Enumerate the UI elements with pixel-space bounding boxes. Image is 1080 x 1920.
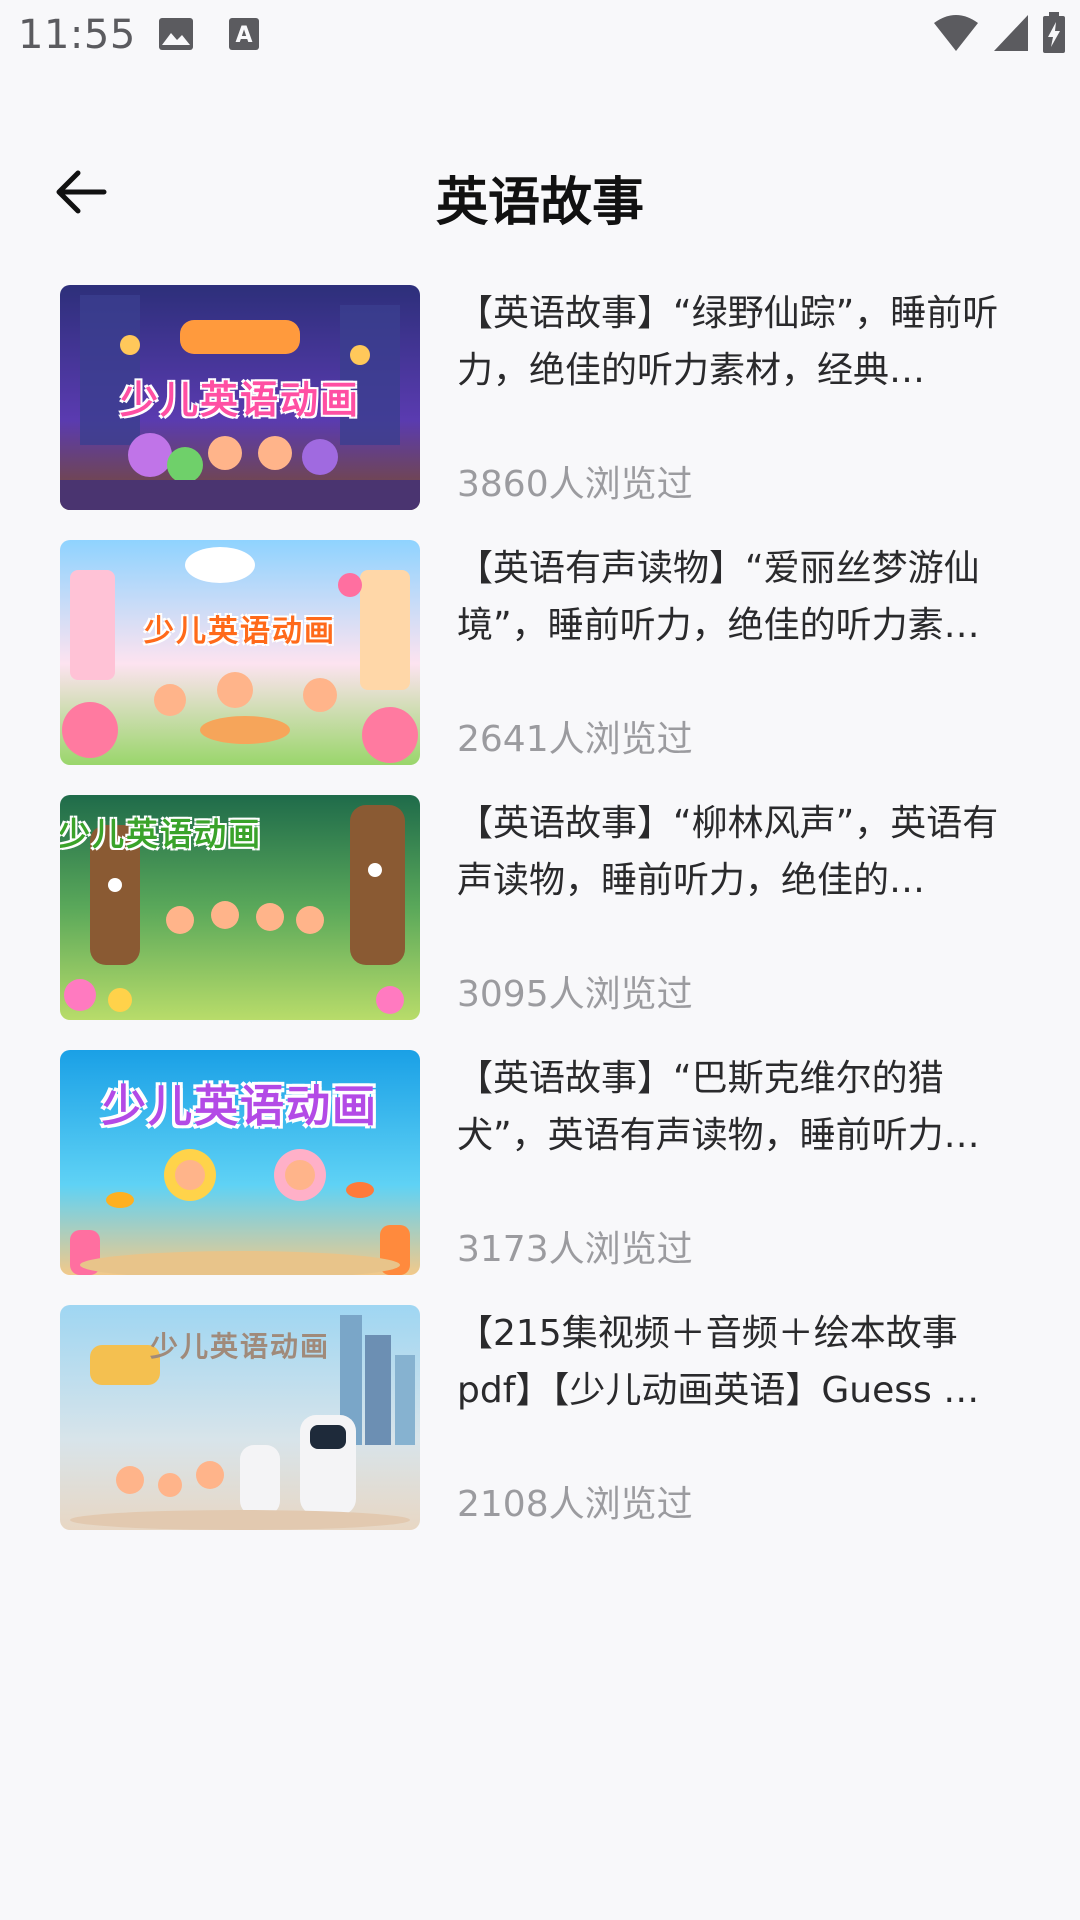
story-thumbnail: 少儿英语动画 — [60, 795, 420, 1020]
battery-charging-icon — [1042, 12, 1066, 58]
story-title: 【英语故事】“绿野仙踪”，睡前听力，绝佳的听力素材，经典… — [457, 293, 999, 391]
thumbnail-caption: 少儿英语动画 — [149, 1330, 330, 1363]
story-text: 【215集视频＋音频＋绘本故事pdf】【少儿动画英语】Guess … 2108人… — [457, 1305, 1022, 1530]
story-list: 少儿英语动画 【英语故事】“绿野仙踪”，睡前听力，绝佳的听力素材，经典… 386… — [0, 285, 1080, 1560]
status-time: 11:55 — [18, 12, 136, 58]
view-count: 3173人浏览过 — [457, 1229, 693, 1270]
story-thumbnail: 少儿英语动画 — [60, 285, 420, 510]
story-text: 【英语有声读物】“爱丽丝梦游仙境”，睡前听力，绝佳的听力素… 2641人浏览过 — [457, 540, 1022, 765]
thumbnail-caption: 少儿英语动画 — [60, 815, 262, 853]
wifi-icon — [932, 13, 980, 57]
story-title: 【英语故事】“柳林风声”，英语有声读物，睡前听力，绝佳的… — [457, 803, 999, 901]
svg-text:A: A — [235, 23, 252, 48]
story-thumbnail: 少儿英语动画 — [60, 1050, 420, 1275]
text-badge-icon: A — [228, 17, 264, 51]
story-text: 【英语故事】“巴斯克维尔的猎犬”，英语有声读物，睡前听力… 3173人浏览过 — [457, 1050, 1022, 1275]
story-title: 【英语有声读物】“爱丽丝梦游仙境”，睡前听力，绝佳的听力素… — [457, 548, 980, 646]
list-item[interactable]: 少儿英语动画 【英语故事】“柳林风声”，英语有声读物，睡前听力，绝佳的… 309… — [0, 795, 1080, 1020]
view-count: 3860人浏览过 — [457, 464, 693, 505]
thumbnail-caption: 少儿英语动画 — [119, 378, 360, 422]
story-text: 【英语故事】“绿野仙踪”，睡前听力，绝佳的听力素材，经典… 3860人浏览过 — [457, 285, 1022, 510]
view-count: 3095人浏览过 — [457, 974, 693, 1015]
view-count: 2641人浏览过 — [457, 719, 693, 760]
story-title: 【215集视频＋音频＋绘本故事pdf】【少儿动画英语】Guess … — [457, 1313, 980, 1411]
page-title: 英语故事 — [435, 173, 644, 233]
list-item[interactable]: 少儿英语动画 【英语有声读物】“爱丽丝梦游仙境”，睡前听力，绝佳的听力素… 26… — [0, 540, 1080, 765]
thumbnail-caption: 少儿英语动画 — [144, 614, 336, 649]
thumbnail-caption: 少儿英语动画 — [102, 1081, 378, 1132]
story-title: 【英语故事】“巴斯克维尔的猎犬”，英语有声读物，睡前听力… — [457, 1058, 980, 1156]
list-item[interactable]: 少儿英语动画 【英语故事】“巴斯克维尔的猎犬”，英语有声读物，睡前听力… 317… — [0, 1050, 1080, 1275]
story-text: 【英语故事】“柳林风声”，英语有声读物，睡前听力，绝佳的… 3095人浏览过 — [457, 795, 1022, 1020]
header: 英语故事 — [0, 140, 1080, 250]
cell-signal-icon — [992, 13, 1030, 57]
story-thumbnail: 少儿英语动画 — [60, 540, 420, 765]
list-item[interactable]: 少儿英语动画 【英语故事】“绿野仙踪”，睡前听力，绝佳的听力素材，经典… 386… — [0, 285, 1080, 510]
image-icon — [158, 17, 194, 51]
list-item[interactable]: 少儿英语动画 【215集视频＋音频＋绘本故事pdf】【少儿动画英语】Guess … — [0, 1305, 1080, 1530]
status-bar: 11:55 A — [0, 0, 1080, 72]
view-count: 2108人浏览过 — [457, 1484, 693, 1525]
story-thumbnail: 少儿英语动画 — [60, 1305, 420, 1530]
